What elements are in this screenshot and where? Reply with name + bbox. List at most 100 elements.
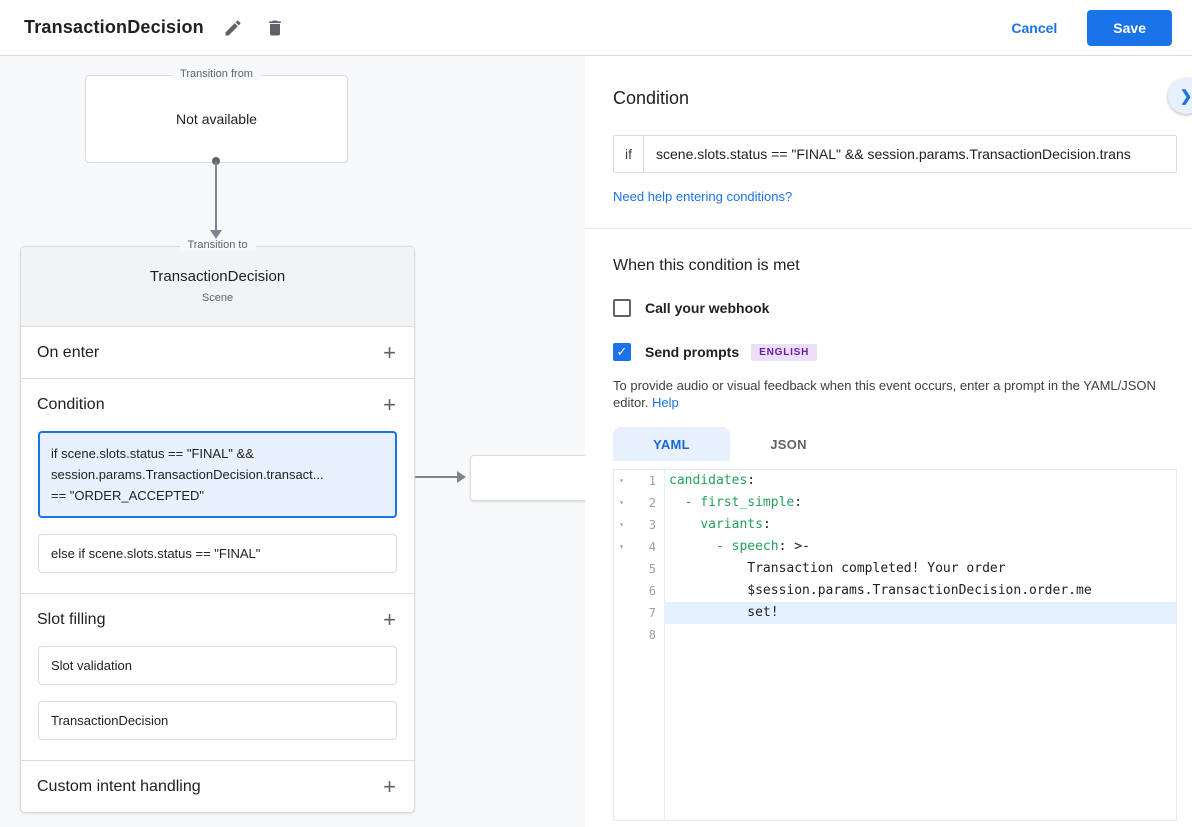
code-token: set! xyxy=(669,605,779,620)
code-line[interactable]: candidates: xyxy=(664,470,1176,492)
editor-gutter: ▾4 xyxy=(614,536,664,558)
condition-section-title: Condition xyxy=(37,396,105,414)
prompts-description: To provide audio or visual feedback when… xyxy=(613,377,1165,411)
code-line[interactable]: - speech: >- xyxy=(664,536,1176,558)
editor-tabs: YAML JSON xyxy=(613,427,1192,461)
slot-transaction-card[interactable]: TransactionDecision xyxy=(38,701,397,740)
slot-validation-card[interactable]: Slot validation xyxy=(38,646,397,685)
page-title: TransactionDecision xyxy=(24,17,204,38)
condition-detail-panel: ❯ Condition if Need help entering condit… xyxy=(585,56,1192,827)
section-condition: Condition + if scene.slots.status == "FI… xyxy=(21,378,414,573)
line-number: 8 xyxy=(629,624,656,646)
editor-line[interactable]: 8 xyxy=(614,624,1176,646)
panel-divider xyxy=(585,228,1192,229)
line-number: 5 xyxy=(629,558,656,580)
editor-line[interactable]: 6 $session.params.TransactionDecision.or… xyxy=(614,580,1176,602)
code-token: - speech xyxy=(716,539,779,554)
custom-intent-title: Custom intent handling xyxy=(37,778,201,796)
check-icon: ✓ xyxy=(617,344,628,360)
editor-line[interactable]: ▾1 candidates: xyxy=(614,470,1176,492)
slot-filling-title: Slot filling xyxy=(37,611,105,629)
code-token xyxy=(669,517,700,532)
code-token: : xyxy=(763,517,771,532)
code-line[interactable]: $session.params.TransactionDecision.orde… xyxy=(664,580,1176,602)
code-line[interactable]: - first_simple: xyxy=(664,492,1176,514)
editor-gutter: ▾3 xyxy=(614,514,664,536)
condition-card-active[interactable]: if scene.slots.status == "FINAL" && sess… xyxy=(38,431,397,518)
if-label: if xyxy=(614,136,644,172)
edit-title-button[interactable] xyxy=(220,15,246,41)
send-prompts-label: Send prompts xyxy=(645,344,739,360)
app-window: TransactionDecision Cancel Save Transiti… xyxy=(0,0,1192,827)
line-number: 6 xyxy=(629,580,656,602)
editor-line-highlighted[interactable]: 7 set! xyxy=(614,602,1176,624)
editor-gutter: 8 xyxy=(614,624,664,646)
code-line[interactable] xyxy=(664,624,1176,646)
transition-to-label: Transition to xyxy=(179,239,255,251)
condition-input[interactable] xyxy=(644,136,1176,172)
when-condition-met-title: When this condition is met xyxy=(613,257,1192,275)
line-number: 4 xyxy=(629,536,656,558)
line-number: 7 xyxy=(629,602,656,624)
line-number: 1 xyxy=(629,470,656,492)
add-on-enter-button[interactable]: + xyxy=(381,343,398,363)
code-token: : >- xyxy=(779,539,810,554)
fold-arrow-icon[interactable]: ▾ xyxy=(614,514,629,536)
scene-name: TransactionDecision xyxy=(21,268,414,285)
arrow-right-icon xyxy=(457,471,466,483)
top-bar: TransactionDecision Cancel Save xyxy=(0,0,1192,56)
code-token: Transaction completed! Your order xyxy=(669,561,1006,576)
arrow-down-icon xyxy=(210,230,222,239)
tab-yaml[interactable]: YAML xyxy=(613,427,730,461)
fold-arrow-icon[interactable]: ▾ xyxy=(614,470,629,492)
condition-help-link[interactable]: Need help entering conditions? xyxy=(613,189,792,204)
code-line[interactable]: variants: xyxy=(664,514,1176,536)
transition-arrow-line xyxy=(215,161,217,231)
pencil-icon xyxy=(223,18,243,38)
condition-text-line: == "ORDER_ACCEPTED" xyxy=(51,485,384,506)
code-line[interactable]: set! xyxy=(664,602,1176,624)
scene-card: Transition to TransactionDecision Scene … xyxy=(20,246,415,813)
code-token xyxy=(669,539,716,554)
code-token: variants xyxy=(700,517,763,532)
yaml-editor[interactable]: ▾1 candidates: ▾2 - first_simple: ▾3 var… xyxy=(613,469,1177,821)
help-link[interactable]: Help xyxy=(652,395,679,410)
code-token: $session.params.TransactionDecision.orde… xyxy=(669,583,1092,598)
scene-type-label: Scene xyxy=(21,292,414,304)
fold-arrow-icon[interactable]: ▾ xyxy=(614,492,629,514)
section-custom-intent: Custom intent handling + xyxy=(21,760,414,812)
add-slot-button[interactable]: + xyxy=(381,610,398,630)
add-custom-intent-button[interactable]: + xyxy=(381,777,398,797)
editor-gutter: ▾1 xyxy=(614,470,664,492)
code-token: - first_simple xyxy=(685,495,795,510)
editor-line[interactable]: ▾4 - speech: >- xyxy=(614,536,1176,558)
webhook-label: Call your webhook xyxy=(645,300,769,316)
add-condition-button[interactable]: + xyxy=(381,395,398,415)
section-on-enter: On enter + xyxy=(21,327,414,378)
line-number: 3 xyxy=(629,514,656,536)
editor-gutter: 6 xyxy=(614,580,664,602)
trash-icon xyxy=(265,18,285,38)
line-number: 2 xyxy=(629,492,656,514)
editor-line[interactable]: ▾3 variants: xyxy=(614,514,1176,536)
editor-gutter: 7 xyxy=(614,602,664,624)
editor-gutter: 5 xyxy=(614,558,664,580)
tab-json[interactable]: JSON xyxy=(730,427,847,461)
language-badge: ENGLISH xyxy=(751,344,817,361)
delete-scene-button[interactable] xyxy=(262,15,288,41)
scene-canvas: Transition from Not available Transition… xyxy=(0,56,585,827)
condition-text-line: session.params.TransactionDecision.trans… xyxy=(51,464,384,485)
send-prompts-checkbox[interactable]: ✓ xyxy=(613,343,631,361)
code-token: : xyxy=(794,495,802,510)
condition-card-else[interactable]: else if scene.slots.status == "FINAL" xyxy=(38,534,397,573)
cancel-button[interactable]: Cancel xyxy=(1011,20,1057,36)
send-prompts-row: ✓ Send prompts ENGLISH xyxy=(613,343,1192,361)
code-line[interactable]: Transaction completed! Your order xyxy=(664,558,1176,580)
on-enter-title: On enter xyxy=(37,344,99,362)
editor-line[interactable]: 5 Transaction completed! Your order xyxy=(614,558,1176,580)
editor-line[interactable]: ▾2 - first_simple: xyxy=(614,492,1176,514)
webhook-checkbox[interactable] xyxy=(613,299,631,317)
save-button[interactable]: Save xyxy=(1087,10,1172,46)
fold-arrow-icon[interactable]: ▾ xyxy=(614,536,629,558)
panel-title: Condition xyxy=(613,88,1192,109)
